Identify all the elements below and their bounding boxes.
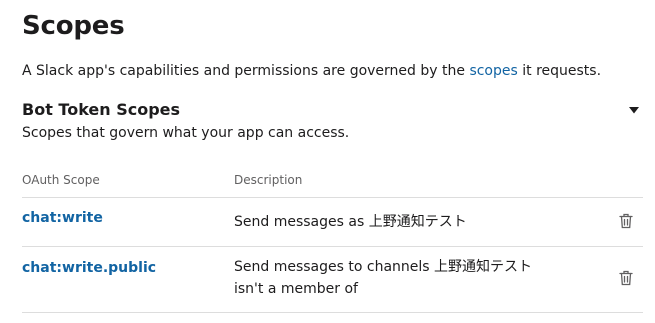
row-divider — [22, 246, 643, 247]
caret-down-icon[interactable] — [627, 103, 641, 117]
bot-token-scopes-subtitle: Scopes that govern what your app can acc… — [22, 125, 350, 141]
intro-suffix: it requests. — [517, 63, 602, 79]
row-divider — [22, 312, 643, 313]
bot-token-scopes-title: Bot Token Scopes — [22, 100, 181, 119]
scope-chat-write[interactable]: chat:write — [22, 208, 103, 228]
description-column-header: Description — [234, 173, 303, 187]
oauth-scope-column-header: OAuth Scope — [22, 173, 100, 187]
row-divider — [22, 197, 643, 198]
scope-description: Send messages as 上野通知テスト — [234, 214, 467, 230]
trash-icon[interactable] — [617, 269, 635, 287]
intro-prefix: A Slack app's capabilities and permissio… — [22, 63, 470, 79]
scope-description: Send messages to channels 上野通知テスト isn't … — [234, 259, 533, 297]
scope-chat-write-public[interactable]: chat:write.public — [22, 258, 156, 278]
scopes-link[interactable]: scopes — [469, 63, 517, 79]
intro-text: A Slack app's capabilities and permissio… — [22, 61, 601, 81]
scopes-panel: Scopes A Slack app's capabilities and pe… — [0, 0, 655, 323]
page-title: Scopes — [22, 11, 125, 41]
trash-icon[interactable] — [617, 212, 635, 230]
